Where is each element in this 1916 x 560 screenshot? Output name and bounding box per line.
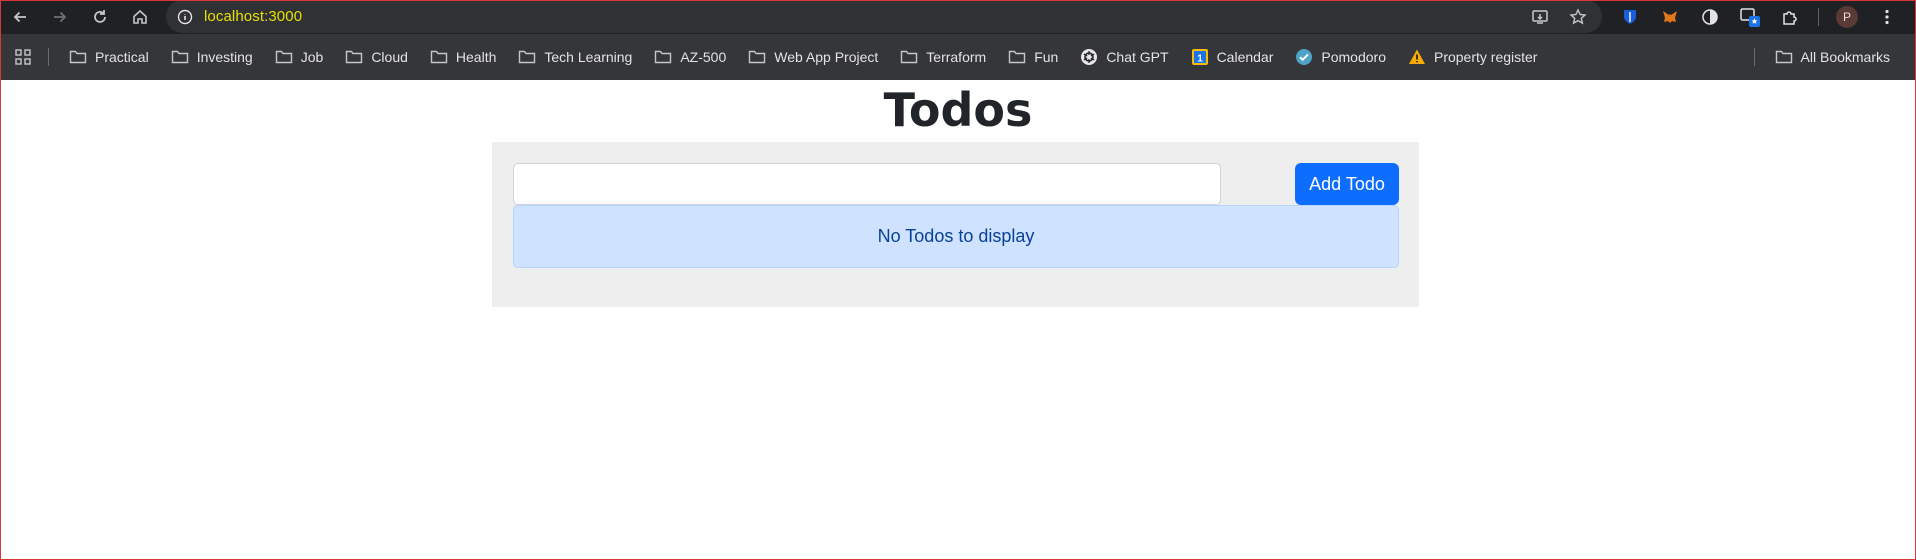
bookmark-label: Health xyxy=(455,49,497,65)
all-bookmarks-button[interactable]: All Bookmarks xyxy=(1767,42,1898,72)
apps-grid-icon[interactable] xyxy=(0,34,46,80)
bookmark-folder-terraform[interactable]: Terraform xyxy=(892,42,994,72)
bookmark-label: Calendar xyxy=(1216,49,1274,65)
bookmark-folder-fun[interactable]: Fun xyxy=(1000,42,1066,72)
bookmark-label: Chat GPT xyxy=(1106,49,1169,65)
empty-todos-message: No Todos to display xyxy=(877,226,1035,246)
page-title: Todos xyxy=(883,83,1033,137)
install-icon[interactable] xyxy=(1524,0,1556,33)
tab-manager-icon[interactable] xyxy=(1730,0,1770,34)
bookmark-label: Practical xyxy=(95,49,149,65)
folder-icon xyxy=(1008,48,1026,66)
bookmark-folder-cloud[interactable]: Cloud xyxy=(337,42,416,72)
bookmark-property-register[interactable]: Property register xyxy=(1400,42,1545,72)
bookmark-label: Job xyxy=(300,49,324,65)
extensions-puzzle-icon[interactable] xyxy=(1770,0,1810,34)
forward-icon[interactable] xyxy=(40,0,80,34)
folder-icon xyxy=(900,48,918,66)
check-circle-icon xyxy=(1295,48,1313,66)
bookmark-chat-gpt[interactable]: Chat GPT xyxy=(1072,42,1176,72)
empty-todos-alert: No Todos to display xyxy=(513,205,1399,268)
bookmark-label: AZ-500 xyxy=(680,49,727,65)
bookmark-folder-az-500[interactable]: AZ-500 xyxy=(646,42,734,72)
bookmark-label: Fun xyxy=(1034,49,1059,65)
address-bar[interactable]: localhost:3000 xyxy=(166,0,1602,33)
bookmark-folder-tech-learning[interactable]: Tech Learning xyxy=(510,42,640,72)
folder-icon xyxy=(275,48,293,66)
bookmark-star-icon[interactable] xyxy=(1562,0,1594,33)
bookmark-label: Investing xyxy=(196,49,253,65)
todo-input[interactable] xyxy=(513,163,1221,205)
folder-icon xyxy=(430,48,448,66)
folder-icon xyxy=(69,48,87,66)
bookmark-label: Cloud xyxy=(371,49,408,65)
folder-icon xyxy=(345,48,363,66)
bookmark-folder-practical[interactable]: Practical xyxy=(61,42,157,72)
browser-menu-icon[interactable] xyxy=(1867,0,1907,34)
url-text[interactable]: localhost:3000 xyxy=(204,8,302,25)
bookmark-label: Tech Learning xyxy=(544,49,633,65)
warning-icon xyxy=(1408,48,1426,66)
browser-toolbar: localhost:3000 P xyxy=(0,0,1916,34)
calendar-icon: 1 xyxy=(1191,48,1209,66)
all-bookmarks-label: All Bookmarks xyxy=(1800,49,1890,65)
profile-avatar[interactable]: P xyxy=(1827,0,1867,34)
metamask-icon[interactable] xyxy=(1650,0,1690,34)
bookmark-label: Property register xyxy=(1433,49,1538,65)
folder-icon xyxy=(171,48,189,66)
bookmark-label: Web App Project xyxy=(774,49,879,65)
dark-reader-icon[interactable] xyxy=(1690,0,1730,34)
svg-text:1: 1 xyxy=(1197,54,1203,65)
bitwarden-icon[interactable] xyxy=(1610,0,1650,34)
chatgpt-icon xyxy=(1080,48,1098,66)
bookmark-folder-health[interactable]: Health xyxy=(422,42,504,72)
folder-icon xyxy=(1775,48,1793,66)
bookmarks-separator xyxy=(48,48,49,66)
bookmark-label: Terraform xyxy=(926,49,987,65)
folder-icon xyxy=(748,48,766,66)
home-icon[interactable] xyxy=(120,0,160,34)
bookmark-folder-investing[interactable]: Investing xyxy=(163,42,261,72)
bookmarks-bar: Practical Investing Job Cloud Health Tec… xyxy=(0,34,1916,80)
bookmarks-separator xyxy=(1753,48,1755,66)
back-icon[interactable] xyxy=(0,0,40,34)
todo-panel: Add Todo No Todos to display xyxy=(492,142,1419,307)
site-info-icon[interactable] xyxy=(166,0,204,33)
folder-icon xyxy=(518,48,536,66)
reload-icon[interactable] xyxy=(80,0,120,34)
add-todo-button[interactable]: Add Todo xyxy=(1295,163,1399,205)
toolbar-separator xyxy=(1818,8,1819,26)
bookmark-label: Pomodoro xyxy=(1321,49,1386,65)
bookmark-folder-web-app-project[interactable]: Web App Project xyxy=(740,42,886,72)
bookmark-folder-job[interactable]: Job xyxy=(267,42,332,72)
bookmark-pomodoro[interactable]: Pomodoro xyxy=(1287,42,1394,72)
bookmark-calendar[interactable]: 1 Calendar xyxy=(1183,42,1282,72)
folder-icon xyxy=(654,48,672,66)
